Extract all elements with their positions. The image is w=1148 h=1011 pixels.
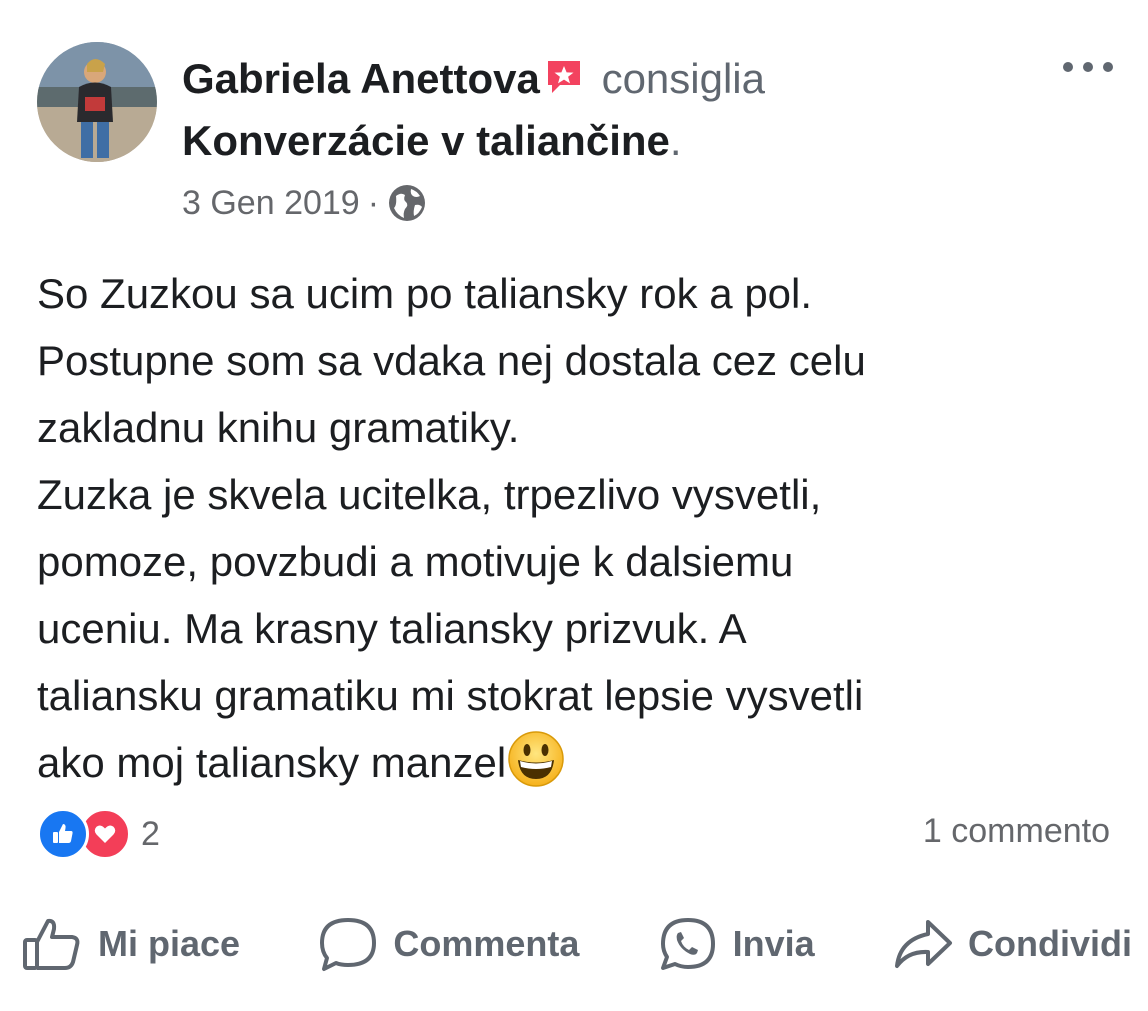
recommend-flag-icon [544,54,584,112]
like-button[interactable]: Mi piace [22,916,240,972]
post-date[interactable]: 3 Gen 2019 [182,180,360,226]
send-label: Invia [732,923,815,964]
body-line: Postupne som sa vdaka nej dostala cez ce… [37,337,866,384]
reaction-count: 2 [141,814,160,853]
like-reaction-icon [37,808,89,860]
action-bar: Mi piace Commenta Invia Condividi [22,912,1132,976]
post-body: So Zuzkou sa ucim po taliansky rok a pol… [37,260,1127,796]
like-label: Mi piace [98,923,241,964]
author-name[interactable]: Gabriela Anettova [182,55,540,102]
share-arrow-icon [894,920,952,968]
body-line: zakladnu knihu gramatiky. [37,404,520,451]
more-dots-icon [1063,62,1113,72]
grinning-face-emoji-icon [506,729,566,789]
globe-icon [387,183,427,223]
comment-label: Commenta [393,923,580,964]
avatar-photo [37,42,157,162]
whatsapp-icon [660,918,715,970]
facebook-post: Gabriela Anettova consiglia Konverzácie … [0,0,1148,1011]
body-line-last: ako moj taliansky manzel [37,729,1127,796]
thumbs-up-icon [23,918,80,970]
body-line: pomoze, povzbudi a motivuje k dalsiemu [37,538,794,585]
page-name-link[interactable]: Konverzácie v taliančine [182,117,670,164]
page-name-suffix: . [669,117,682,164]
body-line: uceniu. Ma krasny taliansky prizvuk. A [37,605,747,652]
body-line: taliansku gramatiku mi stokrat lepsie vy… [37,672,864,719]
post-meta: 3 Gen 2019 · [182,180,427,226]
reactions-summary[interactable]: 2 [37,808,160,860]
comment-count-link[interactable]: 1 commento [923,808,1110,854]
body-line: Zuzka je skvela ucitelka, trpezlivo vysv… [37,471,822,518]
more-options-button[interactable] [1058,52,1118,82]
reaction-icons [37,808,131,860]
post-header: Gabriela Anettova consiglia Konverzácie … [182,50,982,170]
send-button[interactable]: Invia [657,916,815,972]
share-label: Condividi [967,923,1132,964]
avatar[interactable] [37,42,157,162]
action-verb: consiglia [601,55,765,102]
comment-button[interactable]: Commenta [317,916,579,972]
comment-bubble-icon [320,918,377,971]
share-button[interactable]: Condividi [892,916,1132,972]
body-line-text: ako moj taliansky manzel [37,739,507,786]
body-line: So Zuzkou sa ucim po taliansky rok a pol… [37,270,813,317]
meta-separator: · [367,184,380,222]
